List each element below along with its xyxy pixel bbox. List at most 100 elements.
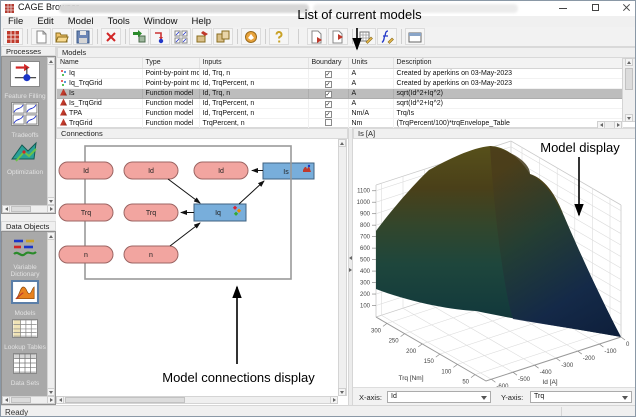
edit-function-icon[interactable] <box>377 28 397 45</box>
col-description[interactable]: Description <box>393 58 623 69</box>
col-units[interactable]: Units <box>348 58 394 69</box>
sidebar-item-label: Optimization <box>6 169 44 176</box>
lookup-tables-icon <box>12 319 38 338</box>
menu-edit[interactable]: Edit <box>30 16 60 27</box>
export-cal-icon[interactable] <box>307 28 327 45</box>
sidebar-item-tradeoffs[interactable]: Tradeoffs <box>2 102 48 139</box>
grid-line <box>620 336 626 341</box>
sidebar-item-data-sets[interactable]: Data Sets <box>2 353 48 387</box>
open-file-icon[interactable] <box>52 28 72 45</box>
copy-package-icon[interactable] <box>213 28 233 45</box>
processes-scrollbar-vertical[interactable] <box>47 57 55 205</box>
grid-line <box>491 378 496 383</box>
surface-plot[interactable]: Trq [Nm] Id [A] 100200300400500600700800… <box>353 139 636 387</box>
cell-name: TrqGrid <box>57 118 143 129</box>
scroll-right-icon <box>49 398 53 402</box>
cell-type: Point-by-point model <box>142 78 200 89</box>
scroll-right-icon <box>332 398 336 402</box>
table-row[interactable]: Is Function model Id, Trq, n ✓ Asqrt(Id^2+Iq… <box>57 88 623 99</box>
sidebar-item-optimization[interactable]: Optimization <box>2 141 48 176</box>
scroll-left-icon <box>599 123 603 127</box>
arrow-iq-to-is <box>238 180 265 205</box>
sidebar-item-variable-dictionary[interactable]: Variable Dictionary <box>2 236 48 278</box>
import-cal-icon[interactable] <box>328 28 348 45</box>
new-package-icon[interactable] <box>192 28 212 45</box>
connections-scrollbar-vertical[interactable] <box>338 139 347 396</box>
menu-help[interactable]: Help <box>185 16 219 27</box>
variable-dictionary-icon <box>13 239 37 257</box>
cell-name: TPA <box>57 108 143 119</box>
models-scrollbar-vertical[interactable] <box>622 58 635 122</box>
toolbar-separator <box>401 29 402 44</box>
scroll-down-icon <box>627 116 631 120</box>
axis-controls: X-axis: Id Y-axis: Trq <box>353 387 635 405</box>
menu-model[interactable]: Model <box>61 16 101 27</box>
y-axis-select[interactable]: Trq <box>530 391 632 403</box>
close-button[interactable] <box>615 1 635 15</box>
col-name[interactable]: Name <box>57 58 143 69</box>
table-row[interactable]: Is_TrqGrid Function model Id, TrqPercent, … <box>57 98 623 109</box>
redacted-path <box>59 4 309 13</box>
menu-window[interactable]: Window <box>137 16 185 27</box>
chevron-down-icon <box>481 396 487 400</box>
scroll-right-icon <box>49 207 53 211</box>
splitter-collapse-left-icon[interactable] <box>349 256 352 260</box>
y-axis-title: Trq [Nm] <box>398 375 423 382</box>
table-row[interactable]: IqPoint-by-point modelId, Trq, n ✓ ACreate… <box>57 68 623 79</box>
cell-inputs: TrqPercent, n <box>199 118 309 129</box>
boundary-checkbox[interactable]: ✓ <box>324 70 332 77</box>
model-display-header: Is [A] <box>353 128 635 139</box>
maximize-icon <box>592 4 599 11</box>
grid-line <box>453 364 458 368</box>
boundary-checkbox[interactable]: ✓ <box>324 80 332 87</box>
table-row[interactable]: TPA Function model Id, TrqPercent, n ✓ Nm/A T… <box>57 108 623 119</box>
sidebar-item-models[interactable]: Models <box>2 280 48 317</box>
boundary-checkbox[interactable]: ✓ <box>324 100 332 107</box>
cell-description: (TrqPercent/100)*trqEnvelope_Table <box>393 118 623 129</box>
grid-line <box>577 350 583 355</box>
x-axis-title: Id [A] <box>542 379 557 386</box>
splitter-collapse-right-icon[interactable] <box>349 268 352 272</box>
col-inputs[interactable]: Inputs <box>199 58 309 69</box>
function-model-icon <box>60 88 67 96</box>
boundary-checkbox[interactable]: ✓ <box>324 90 332 97</box>
cell-type: Function model <box>142 118 200 129</box>
delete-icon[interactable] <box>101 28 121 45</box>
cage-browser-icon[interactable] <box>3 28 23 45</box>
grid-line <box>382 323 388 327</box>
maximize-button[interactable] <box>585 1 607 15</box>
x-axis-select[interactable]: Id <box>387 391 491 403</box>
save-icon[interactable] <box>73 28 93 45</box>
data-objects-scrollbar-horizontal[interactable] <box>2 396 55 404</box>
grid-line <box>402 307 514 373</box>
optimization-icon[interactable] <box>241 28 261 45</box>
menu-tools[interactable]: Tools <box>101 16 137 27</box>
cell-units: Nm/A <box>348 108 394 119</box>
sidebar-item-lookup-tables[interactable]: Lookup Tables <box>2 319 48 351</box>
menu-file[interactable]: File <box>1 16 30 27</box>
sidebar-item-feature-filling[interactable]: Feature Filling <box>2 61 48 100</box>
col-boundary[interactable]: Boundary <box>308 58 349 69</box>
tick-label: 1000 <box>357 200 371 206</box>
table-row[interactable]: Iq_TrqGridPoint-by-point modelId, TrqPer… <box>57 78 623 89</box>
cell-description: Created by aperkins on 03-May-2023 <box>393 68 623 79</box>
processes-scrollbar-horizontal[interactable] <box>2 205 55 213</box>
view-window-icon[interactable] <box>405 28 425 45</box>
col-type[interactable]: Type <box>142 58 200 69</box>
edit-table-icon[interactable] <box>356 28 376 45</box>
grid-line <box>534 364 539 369</box>
new-file-icon[interactable] <box>31 28 51 45</box>
minimize-button[interactable] <box>552 1 574 15</box>
boundary-checkbox[interactable]: ✓ <box>324 110 332 117</box>
data-objects-scrollbar-vertical[interactable] <box>47 232 55 396</box>
tick-label: 0 <box>626 342 630 348</box>
import-model-icon[interactable] <box>129 28 149 45</box>
new-feature-icon[interactable] <box>150 28 170 45</box>
help-icon[interactable] <box>269 28 289 45</box>
connections-scrollbar-horizontal[interactable] <box>56 396 338 404</box>
new-tradeoff-icon[interactable] <box>171 28 191 45</box>
feature-filling-icon <box>10 61 40 87</box>
connections-canvas[interactable]: Id Trq n Id Trq n Id Iq Is <box>56 139 338 396</box>
table-row[interactable]: TrqGrid Function model TrqPercent, n Nm (Trq… <box>57 118 623 129</box>
boundary-checkbox[interactable] <box>324 118 332 126</box>
